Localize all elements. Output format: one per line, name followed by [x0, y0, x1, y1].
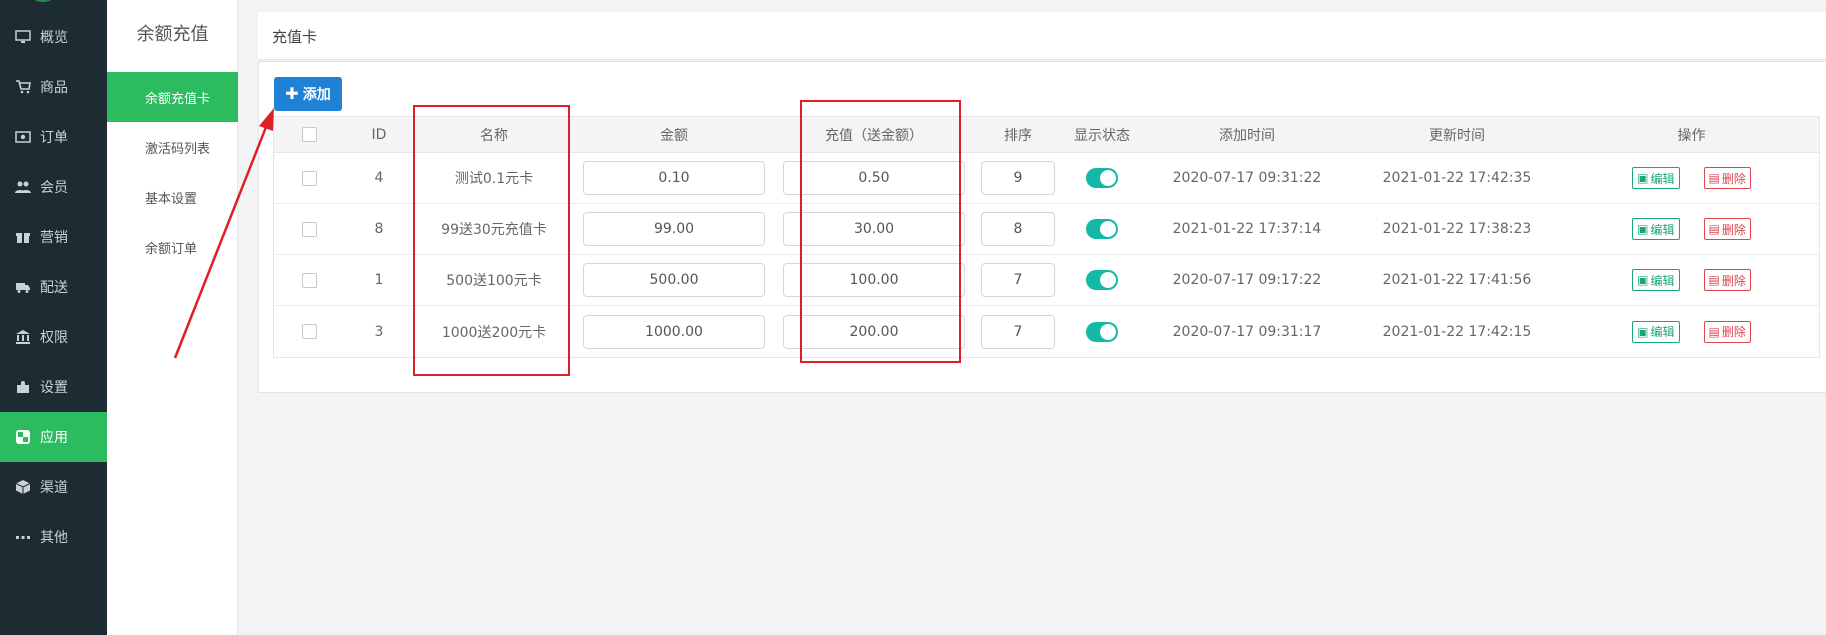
- annotation-arrow: [173, 108, 274, 359]
